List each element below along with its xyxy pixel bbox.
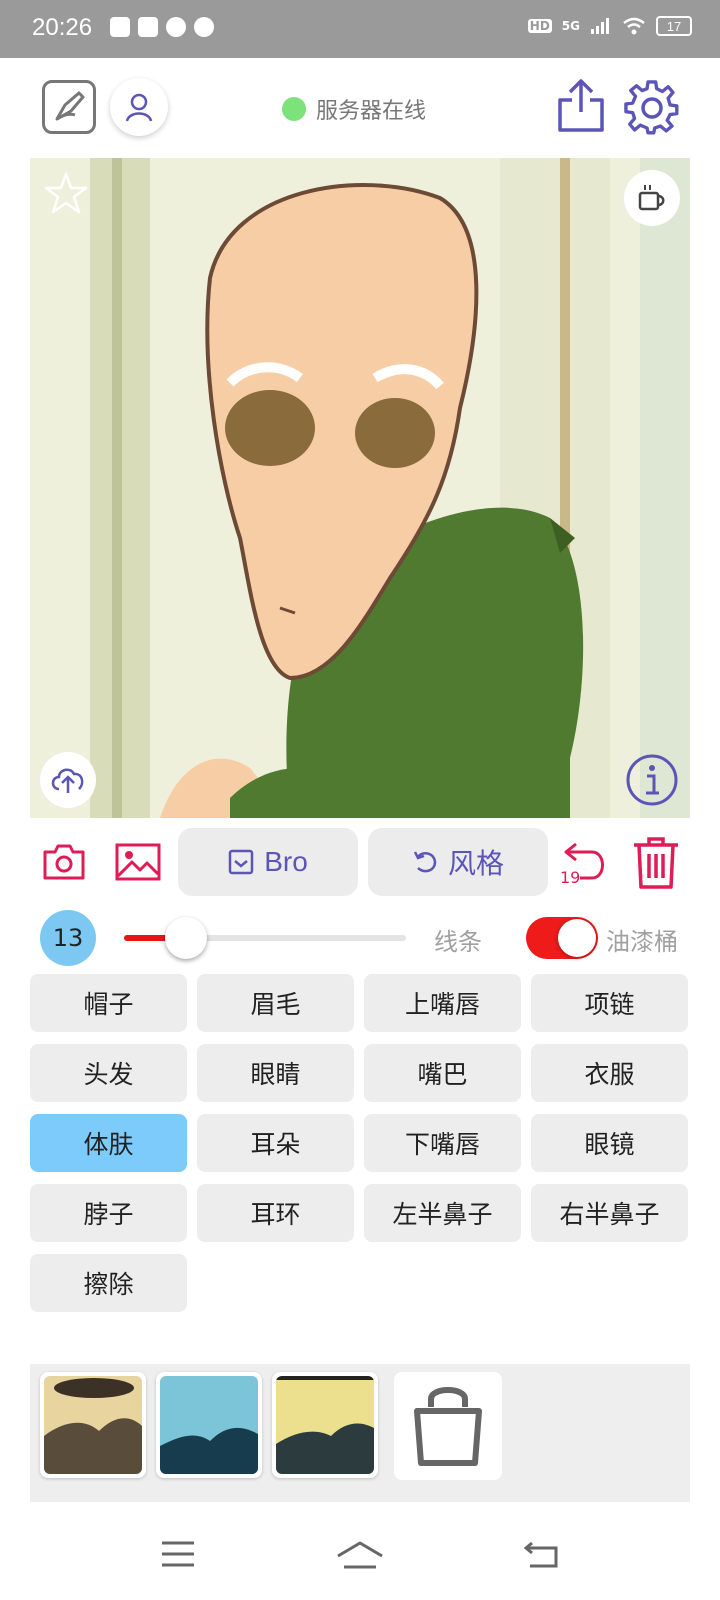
part-button[interactable]: 眉毛 <box>197 974 354 1032</box>
coffee-icon[interactable] <box>624 170 680 226</box>
status-right: HD 5G 17 <box>527 16 692 36</box>
part-button[interactable]: 头发 <box>30 1044 187 1102</box>
back-icon[interactable] <box>524 1540 560 1570</box>
image-icon[interactable] <box>114 842 162 882</box>
undo-count: 19 <box>560 868 581 887</box>
compass-notification-icon <box>166 17 186 37</box>
model-button-label: Bro <box>264 846 308 877</box>
toggle-knob <box>558 919 596 957</box>
status-time: 20:26 <box>32 14 93 41</box>
line-label: 线条 <box>434 928 482 956</box>
status-bar: 20:26 HD 5G 17 <box>0 0 720 58</box>
system-nav-bar <box>0 1514 720 1600</box>
style-button-label: 风格 <box>447 848 504 879</box>
shopping-bag-icon[interactable] <box>394 1372 502 1480</box>
style-button[interactable]: 风格 <box>368 828 548 896</box>
part-button[interactable]: 体肤 <box>30 1114 187 1172</box>
tiktok-notification-icon <box>110 17 130 37</box>
part-button[interactable]: 眼睛 <box>197 1044 354 1102</box>
signal-icon <box>591 18 609 34</box>
brush-size-badge: 13 <box>40 910 96 966</box>
trash-icon[interactable] <box>632 836 680 890</box>
server-status-label: 服务器在线 <box>316 99 427 124</box>
fan-notification-icon <box>194 17 214 37</box>
style-thumbnail[interactable] <box>40 1372 146 1478</box>
info-icon[interactable] <box>624 752 680 808</box>
camera-icon[interactable] <box>42 842 86 882</box>
part-button[interactable]: 嘴巴 <box>364 1044 521 1102</box>
part-button[interactable]: 帽子 <box>30 974 187 1032</box>
undo-button[interactable]: 19 <box>558 838 616 890</box>
home-icon[interactable] <box>336 1540 384 1572</box>
drawing-canvas[interactable] <box>30 158 690 818</box>
user-icon[interactable] <box>110 78 168 136</box>
network-label: 5G <box>561 19 580 33</box>
generated-portrait <box>30 158 690 818</box>
gear-icon[interactable] <box>624 80 680 136</box>
part-button[interactable]: 右半鼻子 <box>531 1184 688 1242</box>
server-status: 服务器在线 <box>282 93 426 125</box>
brush-controls: 13 线条 油漆桶 <box>0 910 720 966</box>
part-button[interactable]: 上嘴唇 <box>364 974 521 1032</box>
part-button[interactable]: 衣服 <box>531 1044 688 1102</box>
part-button[interactable]: 擦除 <box>30 1254 187 1312</box>
face-part-grid: 帽子 眉毛 上嘴唇 项链头发 眼睛 嘴巴 衣服体肤 耳朵 下嘴唇 眼镜脖子 耳环 左半鼻子 右半鼻子擦除 <box>30 974 690 1312</box>
star-icon[interactable] <box>42 170 90 218</box>
paint-bucket-label: 油漆桶 <box>606 928 678 956</box>
style-thumbnail[interactable] <box>272 1372 378 1478</box>
part-button[interactable]: 左半鼻子 <box>364 1184 521 1242</box>
battery-indicator: 17 <box>656 16 692 36</box>
checkbox-icon <box>228 849 254 875</box>
menu-icon[interactable] <box>160 1540 196 1568</box>
brush-size-slider[interactable] <box>124 917 406 959</box>
share-icon[interactable] <box>556 78 606 134</box>
refresh-icon <box>413 851 437 873</box>
notification-icons <box>110 17 214 37</box>
status-dot <box>282 97 306 121</box>
tool-bar: Bro 风格 19 <box>0 826 720 898</box>
sketch-logo-icon[interactable] <box>42 80 96 134</box>
part-button[interactable]: 耳环 <box>197 1184 354 1242</box>
app-notification-icon <box>138 17 158 37</box>
top-bar: 服务器在线 <box>0 58 720 158</box>
part-button[interactable]: 项链 <box>531 974 688 1032</box>
style-tray <box>30 1364 690 1502</box>
model-button[interactable]: Bro <box>178 828 358 896</box>
part-button[interactable]: 下嘴唇 <box>364 1114 521 1172</box>
wifi-icon <box>623 17 645 35</box>
hd-badge: HD <box>527 19 552 33</box>
style-thumbnail[interactable] <box>156 1372 262 1478</box>
slider-thumb[interactable] <box>165 917 208 959</box>
part-button[interactable]: 眼镜 <box>531 1114 688 1172</box>
part-button[interactable]: 耳朵 <box>197 1114 354 1172</box>
paint-bucket-toggle[interactable] <box>526 917 598 959</box>
cloud-upload-icon[interactable] <box>40 752 96 808</box>
part-button[interactable]: 脖子 <box>30 1184 187 1242</box>
